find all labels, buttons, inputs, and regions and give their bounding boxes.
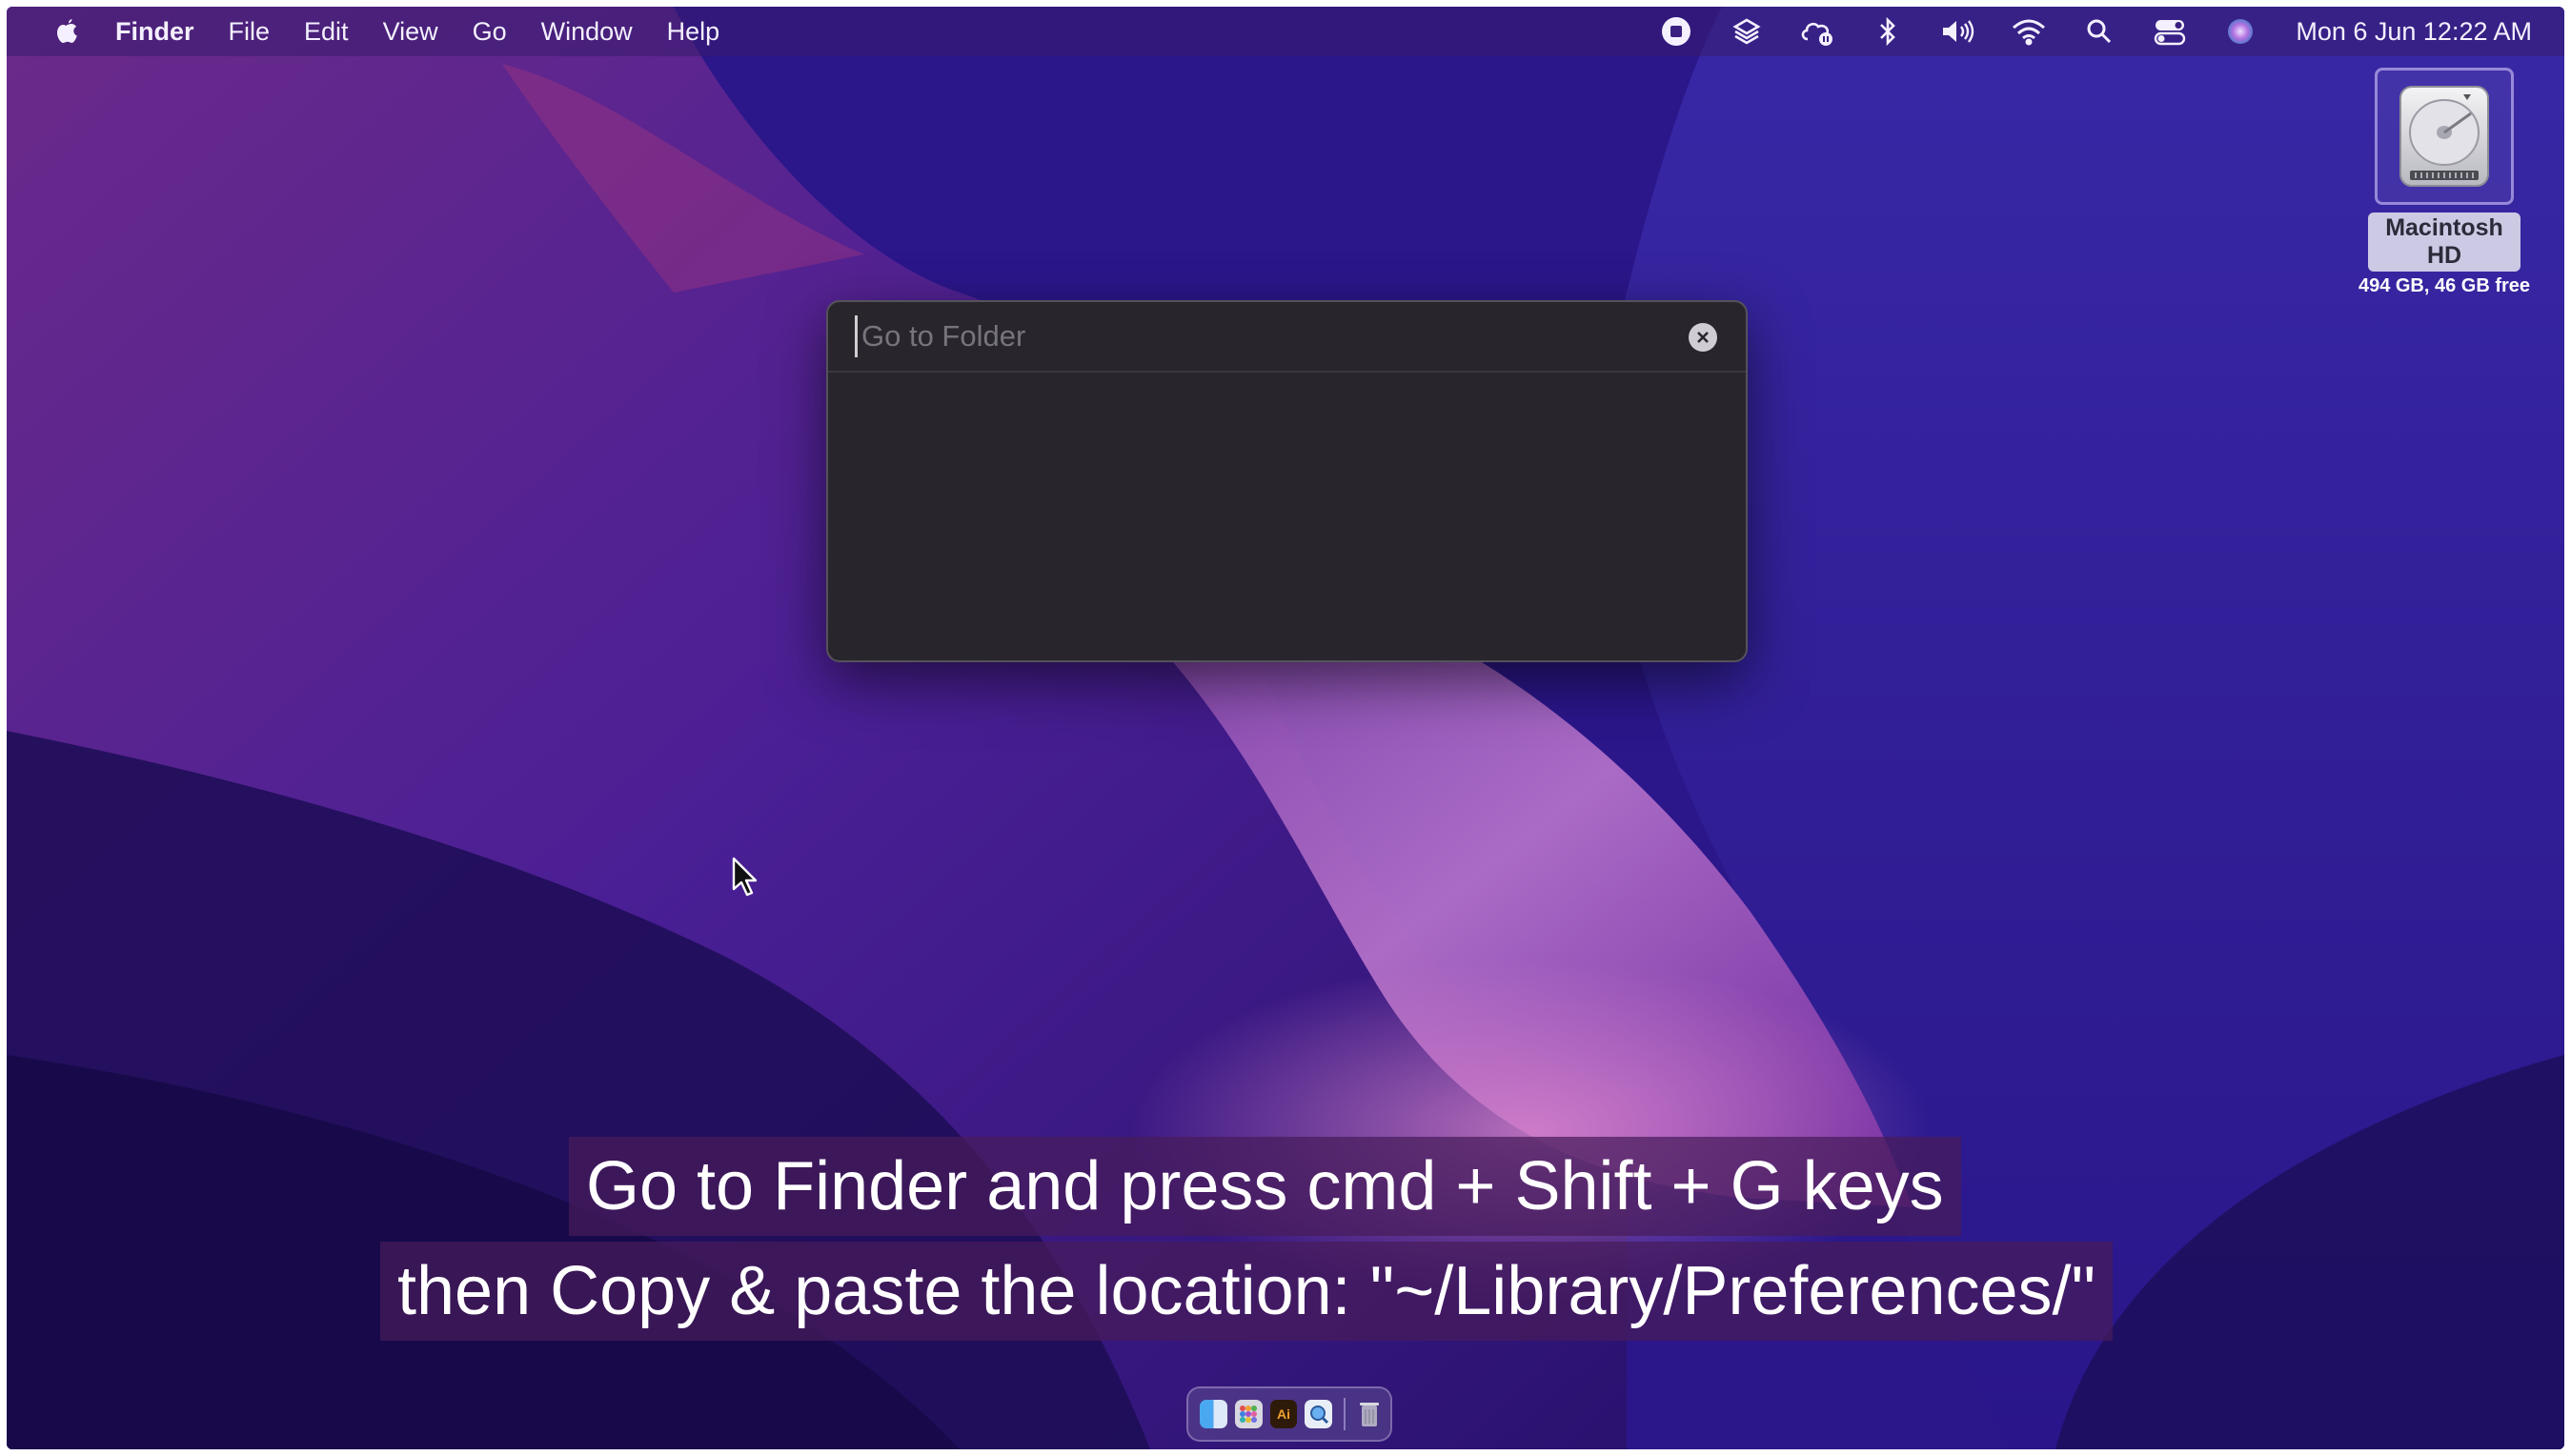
apple-logo-icon[interactable] [47, 7, 87, 56]
spotlight-search-icon[interactable] [2080, 7, 2118, 56]
menu-view[interactable]: View [383, 17, 438, 47]
desktop-disk-macintosh-hd[interactable]: Macintosh HD 494 GB, 46 GB free [2358, 68, 2530, 296]
menu-finder[interactable]: Finder [115, 17, 194, 47]
menu-help[interactable]: Help [667, 17, 720, 47]
finder-icon[interactable] [1200, 1400, 1227, 1428]
stop-record-icon[interactable] [1657, 7, 1695, 56]
cloud-sync-icon[interactable] [1798, 7, 1836, 56]
menu-bar: Finder File Edit View Go Window Help Mon… [7, 7, 2564, 56]
clear-icon[interactable] [1689, 323, 1717, 352]
volume-icon[interactable] [1939, 7, 1977, 56]
menu-left: Finder File Edit View Go Window Help [7, 7, 754, 56]
launchpad-icon[interactable] [1234, 1400, 1263, 1428]
go-to-folder-input[interactable] [855, 315, 1662, 357]
preview-icon[interactable] [1305, 1400, 1333, 1428]
dock-separator [1344, 1398, 1346, 1430]
control-center-icon[interactable] [2151, 7, 2189, 56]
caption-line-1: Go to Finder and press cmd + Shift + G k… [569, 1137, 1961, 1236]
mouse-pointer-icon [731, 857, 759, 903]
layers-icon[interactable] [1728, 7, 1766, 56]
siri-icon[interactable] [2221, 7, 2259, 56]
hard-drive-icon[interactable] [2375, 68, 2514, 205]
caption-line-2: then Copy & paste the location: "~/Libra… [380, 1242, 2114, 1341]
illustrator-icon[interactable]: Ai [1269, 1400, 1298, 1428]
trash-icon[interactable] [1355, 1400, 1383, 1428]
disk-info-label: 494 GB, 46 GB free [2358, 275, 2531, 296]
menu-edit[interactable]: Edit [304, 17, 349, 47]
menu-file[interactable]: File [229, 17, 271, 47]
wifi-icon[interactable] [2010, 7, 2048, 56]
disk-name-label: Macintosh HD [2368, 212, 2520, 272]
go-to-folder-field-row [828, 302, 1746, 373]
go-to-folder-dialog [826, 300, 1748, 662]
menu-clock[interactable]: Mon 6 Jun 12:22 AM [2296, 17, 2532, 47]
menu-window[interactable]: Window [541, 17, 633, 47]
dock: Ai [1186, 1386, 1392, 1442]
menu-status-area: Mon 6 Jun 12:22 AM [1625, 7, 2532, 56]
bluetooth-icon[interactable] [1869, 7, 1907, 56]
menu-go[interactable]: Go [473, 17, 507, 47]
desktop-screen: Finder File Edit View Go Window Help Mon… [7, 7, 2564, 1449]
